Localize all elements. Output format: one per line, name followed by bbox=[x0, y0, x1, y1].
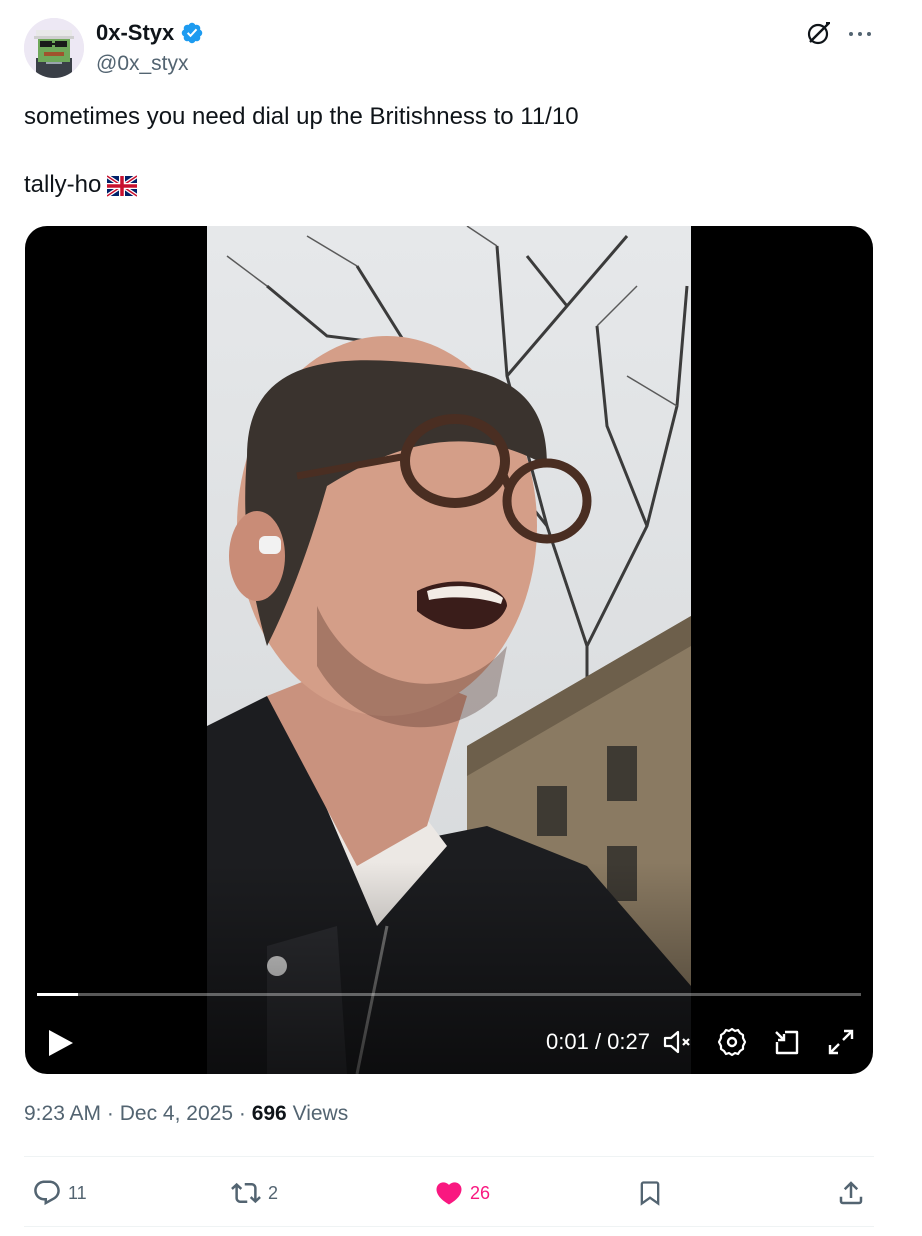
like-count: 26 bbox=[470, 1182, 491, 1203]
tweet-time[interactable]: 9:23 AM bbox=[24, 1102, 101, 1125]
author-display-name[interactable]: 0x-Styx bbox=[96, 20, 204, 46]
reply-count: 11 bbox=[68, 1182, 87, 1203]
verified-badge-icon bbox=[182, 22, 203, 44]
video-progress-bar[interactable] bbox=[37, 993, 861, 996]
picture-in-picture-icon[interactable] bbox=[771, 1026, 803, 1058]
views-label: Views bbox=[292, 1102, 349, 1125]
repost-count: 2 bbox=[268, 1182, 279, 1203]
divider bbox=[24, 1156, 874, 1157]
fullscreen-icon[interactable] bbox=[825, 1026, 857, 1058]
video-frame[interactable] bbox=[207, 226, 691, 1074]
repost-button[interactable]: 2 bbox=[230, 1176, 278, 1210]
reply-icon bbox=[34, 1180, 60, 1206]
display-name-text: 0x-Styx bbox=[96, 20, 175, 45]
bookmark-button[interactable] bbox=[636, 1176, 664, 1210]
meta-separator: · bbox=[106, 1102, 114, 1125]
tweet-text: sometimes you need dial up the Britishne… bbox=[24, 100, 884, 202]
meta-separator: · bbox=[238, 1102, 246, 1125]
grok-icon[interactable] bbox=[806, 20, 832, 46]
views-count: 696 bbox=[251, 1102, 287, 1125]
reply-button[interactable]: 11 bbox=[32, 1176, 87, 1210]
play-icon[interactable] bbox=[43, 1026, 77, 1060]
uk-flag-icon bbox=[107, 174, 138, 197]
share-icon bbox=[839, 1181, 863, 1205]
video-player[interactable]: 0:01 / 0:27 bbox=[25, 226, 873, 1074]
settings-gear-icon[interactable] bbox=[716, 1026, 748, 1058]
like-button[interactable]: 26 bbox=[434, 1176, 490, 1210]
share-button[interactable] bbox=[836, 1176, 866, 1210]
tweet-line-1: sometimes you need dial up the Britishne… bbox=[24, 103, 579, 130]
tally-ho-text: tally-ho bbox=[24, 171, 102, 198]
muted-speaker-icon[interactable] bbox=[661, 1026, 693, 1058]
tweet-date[interactable]: Dec 4, 2025 bbox=[120, 1102, 233, 1125]
tweet-line-3: tally-ho bbox=[24, 168, 884, 202]
heart-filled-icon bbox=[436, 1182, 462, 1205]
pepe-frog-avatar-icon bbox=[24, 18, 84, 78]
video-time: 0:01 / 0:27 bbox=[546, 1029, 650, 1054]
author-handle[interactable]: @0x_styx bbox=[96, 51, 189, 77]
bookmark-icon bbox=[640, 1181, 660, 1206]
repost-icon bbox=[231, 1182, 261, 1204]
more-icon[interactable] bbox=[846, 22, 874, 46]
avatar[interactable] bbox=[24, 18, 84, 78]
tweet-meta: 9:23 AM · Dec 4, 2025 · 696 Views bbox=[24, 1100, 348, 1128]
divider bbox=[24, 1226, 874, 1227]
video-still-image bbox=[207, 226, 691, 1074]
tweet-line-2 bbox=[24, 134, 884, 168]
video-progress-fill bbox=[37, 993, 79, 996]
